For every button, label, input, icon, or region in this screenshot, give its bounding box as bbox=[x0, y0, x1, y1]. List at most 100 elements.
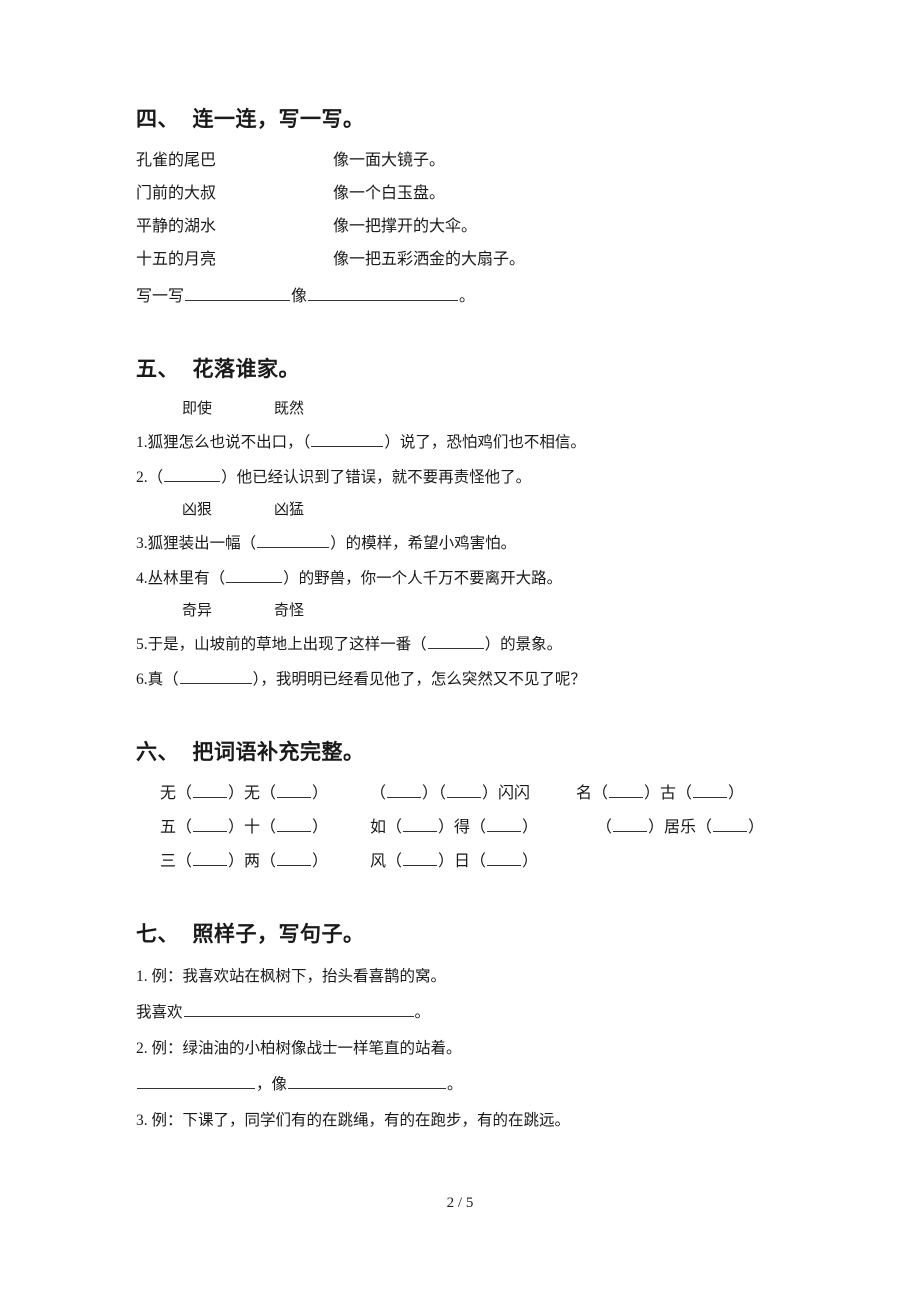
section-five: 五、 花落谁家。 即使 既然 1.狐狸怎么也说不出口，（ ）说了，恐怕鸡们也不相信。… bbox=[136, 354, 816, 697]
example-line: 2. 例：绿油油的小柏树像战士一样笔直的站着。 bbox=[136, 1031, 816, 1067]
fill-line: 我喜欢 。 bbox=[136, 995, 816, 1031]
match-right-item: 像一把撑开的大伞。 bbox=[333, 218, 478, 235]
question-line: 3.狐狸装出一幅（ ）的模样，希望小鸡害怕。 bbox=[136, 526, 816, 561]
answer-blank[interactable] bbox=[427, 633, 484, 649]
answer-blank[interactable] bbox=[311, 431, 384, 447]
question-number: 3. bbox=[136, 535, 148, 552]
idiom-part: ）日（ bbox=[438, 853, 487, 870]
idiom-part: ）闪闪 bbox=[482, 785, 531, 802]
write-prompt-lead: 写一写 bbox=[136, 288, 185, 305]
answer-blank[interactable] bbox=[403, 816, 438, 832]
idiom-cell: 如（ ）得（ ） bbox=[356, 811, 560, 845]
answer-blank[interactable] bbox=[277, 782, 312, 798]
example-text: 例：我喜欢站在枫树下，抬头看喜鹊的窝。 bbox=[151, 968, 447, 985]
idiom-cell: 名（ ）古（ ） bbox=[560, 777, 816, 811]
write-prompt-middle: 像 bbox=[291, 288, 308, 305]
idiom-cell: 三（ ）两（ ） bbox=[160, 845, 356, 879]
idiom-part: ）得（ bbox=[438, 819, 487, 836]
answer-blank[interactable] bbox=[179, 668, 252, 684]
word-bank: 凶狠 凶猛 bbox=[136, 495, 816, 526]
word-bank-option[interactable]: 凶狠 bbox=[182, 495, 274, 526]
question-text-after: ）他已经认识到了错误，就不要再责怪他了。 bbox=[221, 469, 532, 486]
idiom-cell: 五（ ）十（ ） bbox=[160, 811, 356, 845]
question-text-after: ）说了，恐怕鸡们也不相信。 bbox=[384, 434, 586, 451]
idiom-part: ） bbox=[312, 853, 329, 870]
answer-blank[interactable] bbox=[693, 782, 728, 798]
answer-blank[interactable] bbox=[387, 782, 422, 798]
word-bank-option[interactable]: 凶猛 bbox=[274, 502, 304, 518]
answer-blank[interactable] bbox=[193, 816, 228, 832]
idiom-part: ） bbox=[312, 819, 329, 836]
question-text-after: ），我明明已经看见他了，怎么突然又不见了呢？ bbox=[252, 671, 586, 688]
match-row: 十五的月亮 像一把五彩洒金的大扇子。 bbox=[136, 243, 816, 276]
question-text-before: 狐狸怎么也说不出口，（ bbox=[147, 434, 311, 451]
answer-blank[interactable] bbox=[277, 816, 312, 832]
idiom-part: ）居乐（ bbox=[648, 819, 713, 836]
section-six: 六、 把词语补充完整。 无（ ）无（） （）（ ）闪闪 名（ ）古（） 五（ ）十（） … bbox=[136, 737, 816, 879]
answer-blank[interactable] bbox=[613, 816, 648, 832]
idiom-part: 无（ bbox=[160, 785, 193, 802]
page-content: 四、 连一连，写一写。 孔雀的尾巴 像一面大镜子。 门前的大叔 像一个白玉盘。 … bbox=[136, 104, 816, 1139]
match-right-item: 像一面大镜子。 bbox=[333, 152, 446, 169]
question-number: 5. bbox=[136, 636, 148, 653]
match-row: 门前的大叔 像一个白玉盘。 bbox=[136, 177, 816, 210]
answer-blank[interactable] bbox=[193, 782, 228, 798]
answer-blank[interactable] bbox=[288, 1073, 447, 1089]
example-text: 例：绿油油的小柏树像战士一样笔直的站着。 bbox=[151, 1040, 462, 1057]
idiom-part: （ bbox=[596, 819, 613, 836]
question-text-before: （ bbox=[147, 469, 164, 486]
answer-blank[interactable] bbox=[308, 285, 459, 301]
answer-blank[interactable] bbox=[447, 782, 482, 798]
item-number: 1. bbox=[136, 968, 148, 985]
section-seven-title: 照样子，写句子。 bbox=[192, 922, 365, 946]
answer-blank[interactable] bbox=[226, 567, 283, 583]
section-seven: 七、 照样子，写句子。 1. 例：我喜欢站在枫树下，抬头看喜鹊的窝。 我喜欢。 … bbox=[136, 919, 816, 1139]
answer-blank[interactable] bbox=[277, 850, 312, 866]
match-left-item: 门前的大叔 bbox=[136, 185, 217, 202]
question-text-after: ）的野兽，你一个人千万不要离开大路。 bbox=[283, 570, 563, 587]
idiom-part: 三（ bbox=[160, 853, 193, 870]
word-bank-option[interactable]: 既然 bbox=[274, 401, 304, 417]
word-bank-option[interactable]: 即使 bbox=[182, 394, 274, 425]
section-five-heading: 五、 花落谁家。 bbox=[136, 354, 816, 384]
idiom-cell-empty bbox=[560, 845, 816, 879]
answer-blank[interactable] bbox=[487, 850, 522, 866]
idiom-part: ）两（ bbox=[228, 853, 277, 870]
fill-tail: 。 bbox=[414, 1004, 431, 1021]
match-left-item: 平静的湖水 bbox=[136, 218, 217, 235]
idiom-part: 五（ bbox=[160, 819, 193, 836]
fill-lead: 我喜欢 bbox=[136, 1004, 183, 1021]
idiom-part: ） bbox=[522, 819, 539, 836]
question-text-before: 狐狸装出一幅（ bbox=[147, 535, 257, 552]
match-row: 平静的湖水 像一把撑开的大伞。 bbox=[136, 210, 816, 243]
answer-blank[interactable] bbox=[713, 816, 748, 832]
idiom-part: ）（ bbox=[422, 785, 447, 802]
example-line: 1. 例：我喜欢站在枫树下，抬头看喜鹊的窝。 bbox=[136, 959, 816, 995]
answer-blank[interactable] bbox=[403, 850, 438, 866]
section-four-heading: 四、 连一连，写一写。 bbox=[136, 104, 816, 134]
idiom-cell: 风（ ）日（ ） bbox=[356, 845, 560, 879]
answer-blank[interactable] bbox=[609, 782, 644, 798]
word-bank-option[interactable]: 奇异 bbox=[182, 596, 274, 627]
answer-blank[interactable] bbox=[137, 1073, 255, 1089]
idiom-row: 五（ ）十（ ） 如（ ）得（ ） （ ）居乐（ ） bbox=[136, 811, 816, 845]
answer-blank[interactable] bbox=[164, 466, 221, 482]
idiom-part: 风（ bbox=[370, 853, 403, 870]
answer-blank[interactable] bbox=[183, 1001, 414, 1017]
match-right-item: 像一个白玉盘。 bbox=[333, 185, 446, 202]
answer-blank[interactable] bbox=[257, 532, 330, 548]
idiom-row: 三（ ）两（ ） 风（ ）日（ ） bbox=[136, 845, 816, 879]
fill-tail: 。 bbox=[447, 1076, 463, 1093]
fill-mid: ，像 bbox=[256, 1076, 288, 1093]
word-bank-option[interactable]: 奇怪 bbox=[274, 603, 304, 619]
question-text-before: 真（ bbox=[147, 671, 179, 688]
idiom-part: 如（ bbox=[370, 819, 403, 836]
answer-blank[interactable] bbox=[487, 816, 522, 832]
idiom-part: ） bbox=[522, 853, 539, 870]
answer-blank[interactable] bbox=[193, 850, 228, 866]
idiom-cell: （ ）居乐（ ） bbox=[560, 811, 816, 845]
question-number: 6. bbox=[136, 671, 148, 688]
answer-blank[interactable] bbox=[185, 285, 291, 301]
